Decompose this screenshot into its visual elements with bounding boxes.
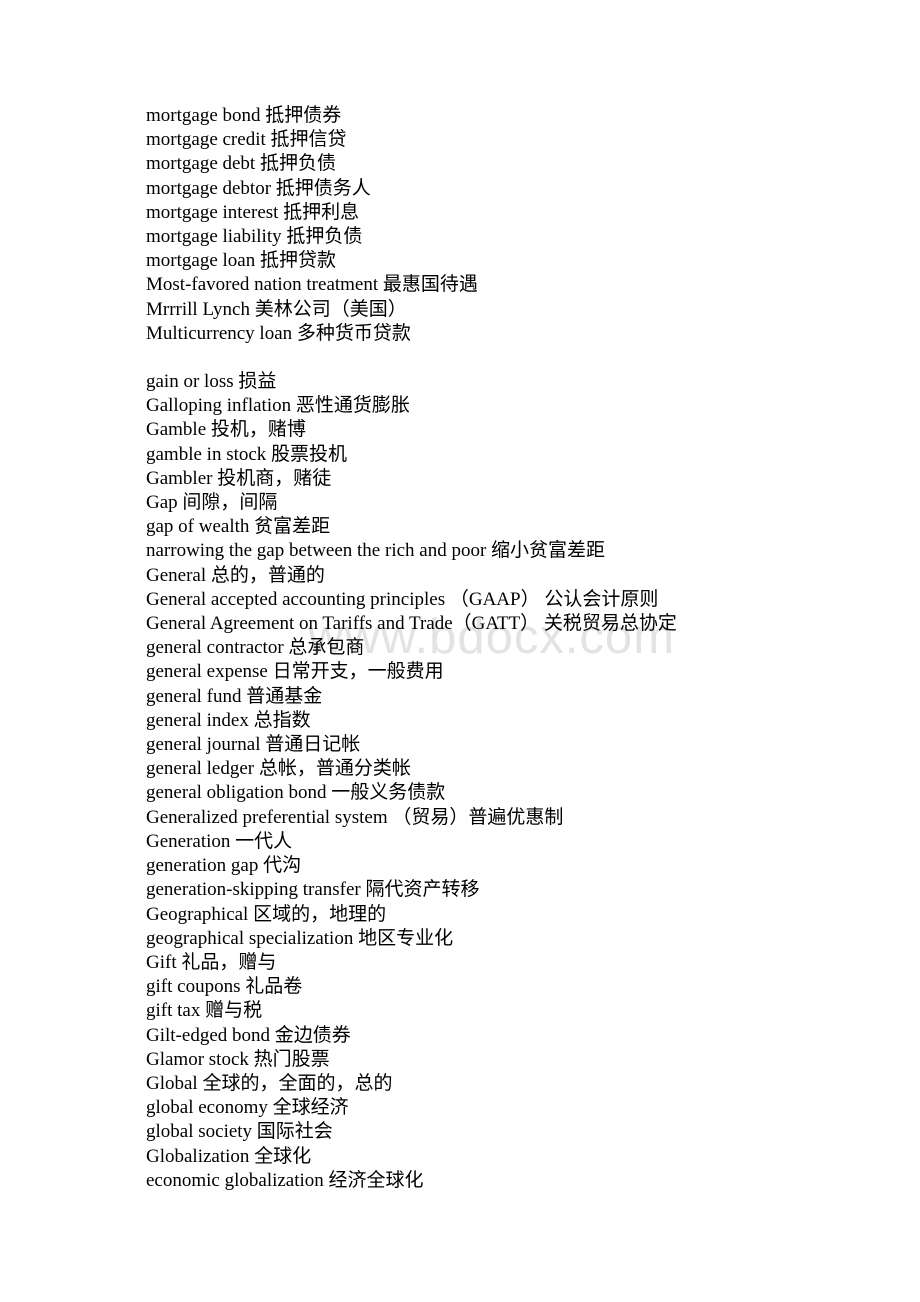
glossary-entry: Most-favored nation treatment 最惠国待遇 — [146, 274, 478, 296]
glossary-entry: Gamble 投机，赌博 — [146, 419, 306, 441]
glossary-entry: mortgage interest 抵押利息 — [146, 201, 360, 223]
glossary-entry: general fund 普通基金 — [146, 685, 323, 707]
glossary-entry: mortgage debt 抵押负债 — [146, 153, 336, 175]
glossary-entry: generation gap 代沟 — [146, 855, 302, 877]
glossary-entry: Generation 一代人 — [146, 830, 293, 852]
glossary-entry: geographical specialization 地区专业化 — [146, 927, 454, 949]
glossary-entry: general contractor 总承包商 — [146, 637, 365, 659]
glossary-entry: Glamor stock 热门股票 — [146, 1048, 330, 1070]
glossary-entry: mortgage credit 抵押信贷 — [146, 129, 347, 151]
glossary-entry: Gambler 投机商，赌徒 — [146, 467, 332, 489]
glossary-content: mortgage bond 抵押债券 mortgage credit 抵押信贷 mo… — [146, 104, 846, 1193]
document-page: www.bdocx.com mortgage bond 抵押债券 mortgage… — [0, 0, 920, 1302]
glossary-entry: gap of wealth 贫富差距 — [146, 516, 331, 538]
glossary-block-block-g: gain or loss 损益 Galloping inflation 恶性通货膨… — [146, 370, 846, 1193]
glossary-entry: general expense 日常开支，一般费用 — [146, 661, 444, 683]
glossary-entry: Gilt-edged bond 金边债券 — [146, 1024, 351, 1046]
glossary-entry: general index 总指数 — [146, 709, 311, 731]
glossary-entry: Geographical 区域的，地理的 — [146, 903, 387, 925]
glossary-entry: General accepted accounting principles （… — [146, 588, 659, 610]
glossary-entry: Gift 礼品，赠与 — [146, 951, 277, 973]
glossary-entry: Generalized preferential system （贸易）普遍优惠… — [146, 806, 564, 828]
glossary-entry: General Agreement on Tariffs and Trade（G… — [146, 613, 677, 635]
glossary-entry: Galloping inflation 恶性通货膨胀 — [146, 395, 410, 417]
glossary-entry: Global 全球的，全面的，总的 — [146, 1072, 393, 1094]
glossary-entry: mortgage liability 抵押负债 — [146, 226, 363, 248]
glossary-entry: generation-skipping transfer 隔代资产转移 — [146, 879, 480, 901]
glossary-entry: general obligation bond 一般义务债款 — [146, 782, 446, 804]
glossary-entry: general journal 普通日记帐 — [146, 734, 361, 756]
glossary-entry: global society 国际社会 — [146, 1121, 333, 1143]
glossary-entry: Multicurrency loan 多种货币贷款 — [146, 322, 411, 344]
glossary-entry: Mrrrill Lynch 美林公司（美国） — [146, 298, 407, 320]
glossary-entry: mortgage debtor 抵押债务人 — [146, 177, 371, 199]
glossary-entry: gift coupons 礼品卷 — [146, 976, 303, 998]
glossary-entry: economic globalization 经济全球化 — [146, 1169, 424, 1191]
glossary-entry: Globalization 全球化 — [146, 1145, 312, 1167]
glossary-entry: gain or loss 损益 — [146, 371, 277, 393]
glossary-block-block-m: mortgage bond 抵押债券 mortgage credit 抵押信贷 mo… — [146, 104, 846, 346]
glossary-entry: gift tax 赠与税 — [146, 1000, 263, 1022]
glossary-entry: narrowing the gap between the rich and p… — [146, 540, 606, 562]
glossary-entry: General 总的，普通的 — [146, 564, 325, 586]
glossary-entry: mortgage loan 抵押贷款 — [146, 250, 336, 272]
glossary-entry: general ledger 总帐，普通分类帐 — [146, 758, 411, 780]
glossary-entry: global economy 全球经济 — [146, 1097, 349, 1119]
glossary-entry: gamble in stock 股票投机 — [146, 443, 348, 465]
glossary-entry: mortgage bond 抵押债券 — [146, 105, 342, 126]
glossary-entry: Gap 间隙，间隔 — [146, 492, 278, 514]
